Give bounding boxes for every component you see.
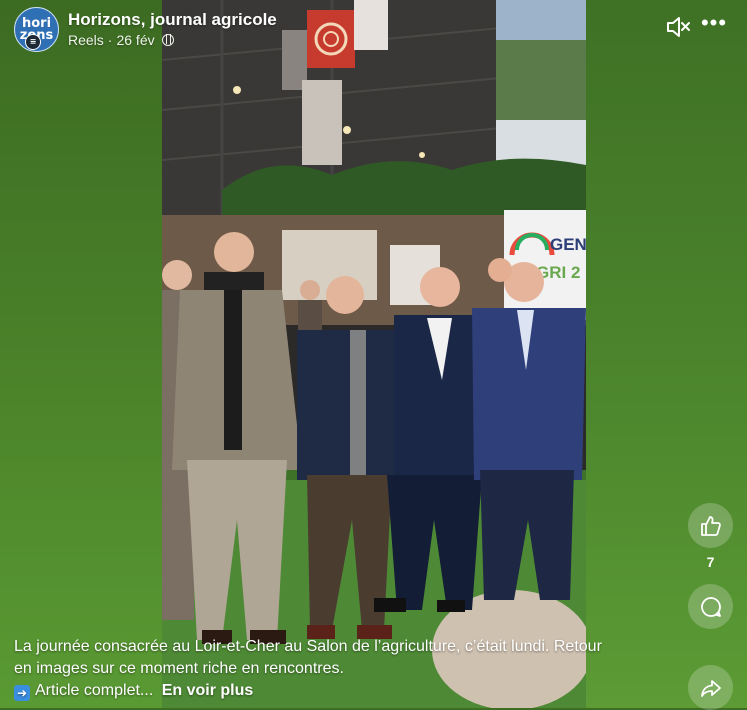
meta-separator: · <box>107 32 113 48</box>
like-icon <box>700 515 721 536</box>
like-button[interactable] <box>688 503 733 548</box>
article-link-text[interactable]: Article complet... <box>35 682 153 699</box>
see-more-link[interactable]: En voir plus <box>162 682 254 699</box>
caption-line-3: ➜ Article complet... En voir plus <box>14 680 654 702</box>
mute-icon[interactable] <box>665 14 691 40</box>
page-avatar[interactable]: hori zons ≡ <box>14 7 59 52</box>
post-header: hori zons ≡ Horizons, journal agricole R… <box>0 0 747 60</box>
sign-text-1: GEND <box>550 235 586 254</box>
reels-badge-icon: ≡ <box>25 34 41 50</box>
post-type[interactable]: Reels <box>68 32 104 48</box>
globe-icon <box>161 34 174 46</box>
post-date[interactable]: 26 fév <box>116 32 154 48</box>
post-meta: Reels · 26 fév <box>68 32 174 48</box>
arrow-right-icon: ➜ <box>14 685 30 701</box>
video-frame-illustration: GEND GRI 2 <box>162 0 586 708</box>
reel-video[interactable]: GEND GRI 2 <box>162 0 586 708</box>
caption-line-2: en images sur ce moment riche en rencont… <box>14 660 344 677</box>
caption-line-1: La journée consacrée au Loir-et-Cher au … <box>14 638 602 655</box>
more-icon[interactable]: ••• <box>700 12 728 40</box>
comment-button[interactable] <box>688 584 733 629</box>
post-caption: La journée consacrée au Loir-et-Cher au … <box>14 636 654 702</box>
comment-icon <box>700 596 721 617</box>
share-icon <box>700 679 721 697</box>
share-button[interactable] <box>688 665 733 710</box>
like-count: 7 <box>706 554 715 570</box>
background-blur-left <box>0 0 162 708</box>
page-name-link[interactable]: Horizons, journal agricole <box>68 10 277 30</box>
